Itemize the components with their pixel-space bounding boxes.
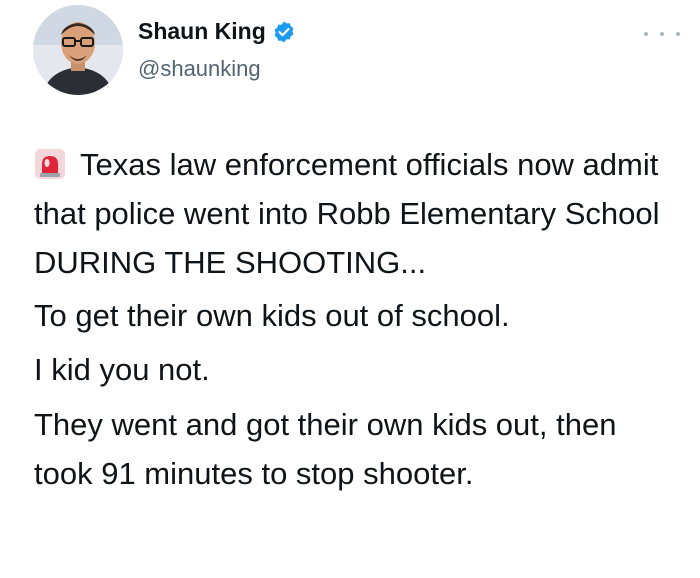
- more-options-icon[interactable]: [644, 24, 680, 44]
- tweet-paragraph: I kid you not.: [34, 352, 210, 387]
- siren-icon: [34, 145, 66, 179]
- avatar[interactable]: [33, 5, 123, 95]
- more-dot: [660, 32, 664, 36]
- author-row: Shaun King: [138, 18, 296, 45]
- verified-badge-icon: [272, 20, 296, 44]
- author-name[interactable]: Shaun King: [138, 18, 266, 45]
- more-dot: [644, 32, 648, 36]
- tweet-body: Texas law enforcement officials now admi…: [34, 140, 674, 498]
- tweet-paragraph: Texas law enforcement officials now admi…: [34, 140, 674, 287]
- tweet-paragraph: To get their own kids out of school.: [34, 298, 510, 333]
- tweet-paragraph: They went and got their own kids out, th…: [34, 407, 617, 491]
- avatar-portrait: [33, 5, 123, 95]
- more-dot: [676, 32, 680, 36]
- tweet-paragraph-text: Texas law enforcement officials now admi…: [34, 147, 660, 280]
- author-handle[interactable]: @shaunking: [138, 56, 261, 82]
